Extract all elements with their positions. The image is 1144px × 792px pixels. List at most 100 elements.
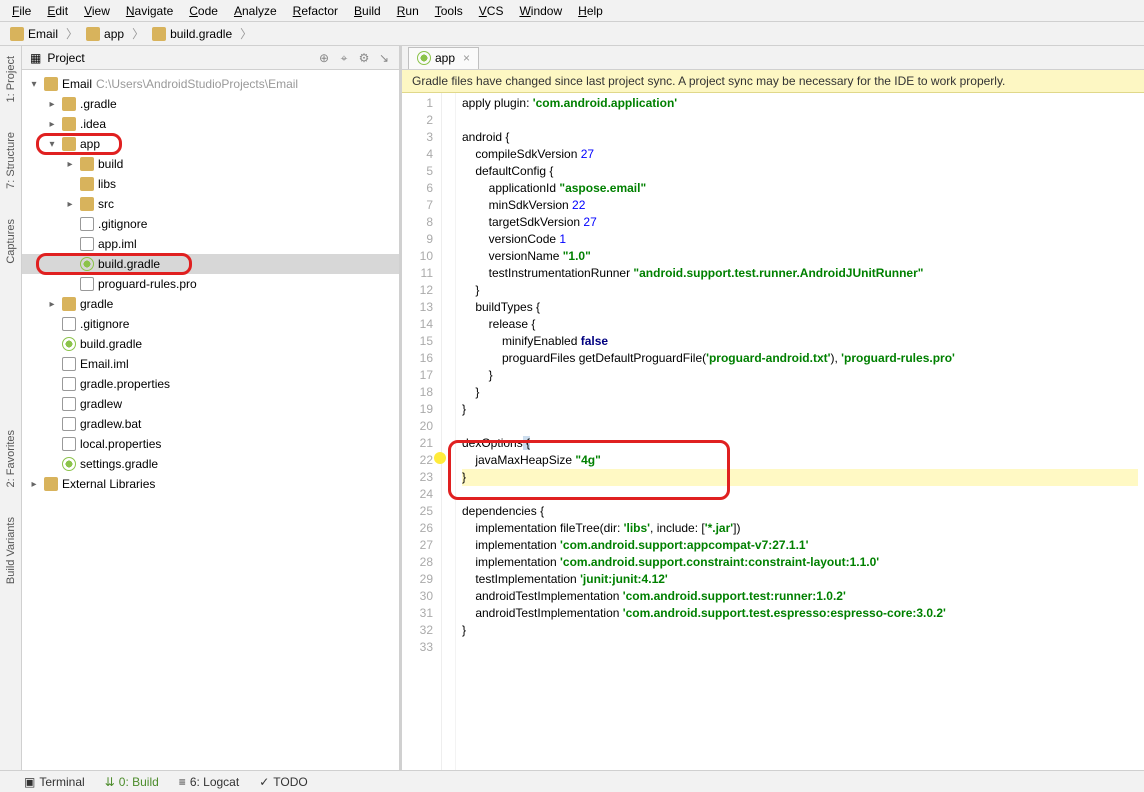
menu-navigate[interactable]: Navigate — [118, 2, 181, 19]
chevron-right-icon: 〉 — [66, 25, 78, 42]
tree-label: Email — [62, 77, 92, 91]
project-view-icon: ▦ — [30, 51, 41, 65]
tree-item--gitignore[interactable]: .gitignore — [22, 214, 399, 234]
menu-run[interactable]: Run — [389, 2, 427, 19]
tool-favorites[interactable]: 2: Favorites — [5, 430, 17, 487]
chevron-right-icon: 〉 — [132, 25, 144, 42]
folder-icon — [10, 27, 24, 41]
folder-icon — [62, 97, 76, 111]
code-area[interactable]: apply plugin: 'com.android.application' … — [456, 93, 1144, 770]
tree-item--gradle[interactable]: ▸.gradle — [22, 94, 399, 114]
tree-label: gradlew.bat — [80, 417, 141, 431]
tree-item-gradlew[interactable]: gradlew — [22, 394, 399, 414]
menu-code[interactable]: Code — [181, 2, 226, 19]
tree-item-gradle[interactable]: ▸ gradle — [22, 294, 399, 314]
menu-file[interactable]: File — [4, 2, 39, 19]
tree-item-app[interactable]: ▾app — [22, 134, 399, 154]
breadcrumb-build-gradle[interactable]: build.gradle — [146, 27, 238, 41]
tool-build-variants[interactable]: Build Variants — [5, 517, 17, 584]
tool-captures[interactable]: Captures — [5, 219, 17, 264]
expand-arrow-icon[interactable]: ▸ — [64, 159, 76, 170]
tree-item-gradlew-bat[interactable]: gradlew.bat — [22, 414, 399, 434]
breadcrumb-app[interactable]: app — [80, 27, 130, 41]
breadcrumb-email[interactable]: Email — [4, 27, 64, 41]
expand-arrow-icon[interactable]: ▸ — [46, 99, 58, 110]
hide-icon[interactable]: ↘ — [377, 51, 391, 65]
gear-icon[interactable]: ⚙ — [357, 51, 371, 65]
file-icon — [80, 277, 94, 291]
project-pane-header: ▦ Project ⊕ ⌖ ⚙ ↘ — [22, 46, 399, 70]
tool-todo[interactable]: ✓ TODO — [259, 775, 308, 789]
chevron-right-icon: 〉 — [240, 25, 252, 42]
menu-tools[interactable]: Tools — [427, 2, 471, 19]
bottom-toolbar: ▣ Terminal ⇊ 0: Build ≡ 6: Logcat ✓ TODO — [0, 770, 1144, 792]
tree-item-build-gradle[interactable]: build.gradle — [22, 254, 399, 274]
tree-item-email-iml[interactable]: Email.iml — [22, 354, 399, 374]
gradle-icon — [417, 51, 431, 65]
expand-arrow-icon[interactable]: ▾ — [28, 79, 40, 90]
menu-vcs[interactable]: VCS — [471, 2, 512, 19]
folder-icon — [62, 117, 76, 131]
tree-item--idea[interactable]: ▸.idea — [22, 114, 399, 134]
editor-tabbar: app × — [402, 46, 1144, 70]
fold-gutter[interactable] — [442, 93, 456, 770]
expand-arrow-icon[interactable]: ▸ — [28, 479, 40, 490]
tree-label: gradlew — [80, 397, 122, 411]
menubar: FileEditViewNavigateCodeAnalyzeRefactorB… — [0, 0, 1144, 22]
tree-item-proguard-rules-pro[interactable]: proguard-rules.pro — [22, 274, 399, 294]
left-tool-rail: 1: Project 7: Structure Captures — [0, 46, 22, 770]
project-tree[interactable]: ▾Email C:\Users\AndroidStudioProjects\Em… — [22, 70, 399, 770]
project-pane-title[interactable]: Project — [47, 51, 311, 65]
expand-arrow-icon[interactable]: ▸ — [46, 299, 58, 310]
tree-item--gitignore[interactable]: .gitignore — [22, 314, 399, 334]
tree-label: settings.gradle — [80, 457, 158, 471]
menu-build[interactable]: Build — [346, 2, 389, 19]
tool-logcat[interactable]: ≡ 6: Logcat — [179, 775, 239, 789]
menu-edit[interactable]: Edit — [39, 2, 76, 19]
sync-banner[interactable]: Gradle files have changed since last pro… — [402, 70, 1144, 93]
tool-build[interactable]: ⇊ 0: Build — [105, 775, 159, 789]
tree-label: .gitignore — [80, 317, 129, 331]
tree-item-gradle-properties[interactable]: gradle.properties — [22, 374, 399, 394]
expand-arrow-icon[interactable]: ▸ — [64, 199, 76, 210]
gradle-icon — [62, 337, 76, 351]
tree-label: gradle — [80, 297, 113, 311]
file-icon — [62, 317, 76, 331]
collapse-all-icon[interactable]: ⊕ — [317, 51, 331, 65]
folder-icon — [86, 27, 100, 41]
tree-item-src[interactable]: ▸src — [22, 194, 399, 214]
menu-help[interactable]: Help — [570, 2, 611, 19]
tool-terminal[interactable]: ▣ Terminal — [24, 775, 85, 789]
file-icon — [62, 437, 76, 451]
tree-label: build — [98, 157, 123, 171]
tree-item-libs[interactable]: libs — [22, 174, 399, 194]
folder-icon — [80, 197, 94, 211]
code-editor[interactable]: 1234567891011121314151617181920212223242… — [402, 93, 1144, 770]
gradle-icon — [62, 457, 76, 471]
menu-view[interactable]: View — [76, 2, 118, 19]
close-tab-icon[interactable]: × — [463, 51, 470, 65]
scroll-from-source-icon[interactable]: ⌖ — [337, 51, 351, 65]
folder-icon — [62, 137, 76, 151]
lightbulb-icon[interactable] — [434, 452, 446, 464]
file-icon — [80, 217, 94, 231]
folder-icon — [62, 297, 76, 311]
project-pane: ▦ Project ⊕ ⌖ ⚙ ↘ ▾Email C:\Users\Androi… — [22, 46, 402, 770]
tree-item-email[interactable]: ▾Email C:\Users\AndroidStudioProjects\Em… — [22, 74, 399, 94]
expand-arrow-icon[interactable]: ▾ — [46, 139, 58, 150]
menu-analyze[interactable]: Analyze — [226, 2, 285, 19]
tool-structure[interactable]: 7: Structure — [5, 132, 17, 189]
tree-item-build-gradle[interactable]: build.gradle — [22, 334, 399, 354]
tree-item-app-iml[interactable]: app.iml — [22, 234, 399, 254]
menu-window[interactable]: Window — [511, 2, 570, 19]
tree-item-external-libraries[interactable]: ▸External Libraries — [22, 474, 399, 494]
expand-arrow-icon[interactable]: ▸ — [46, 119, 58, 130]
editor-tab-app[interactable]: app × — [408, 47, 479, 69]
tree-item-settings-gradle[interactable]: settings.gradle — [22, 454, 399, 474]
tree-item-build[interactable]: ▸ build — [22, 154, 399, 174]
file-icon — [62, 397, 76, 411]
tool-project[interactable]: 1: Project — [5, 56, 17, 102]
tree-item-local-properties[interactable]: local.properties — [22, 434, 399, 454]
tree-label: app.iml — [98, 237, 137, 251]
menu-refactor[interactable]: Refactor — [285, 2, 346, 19]
